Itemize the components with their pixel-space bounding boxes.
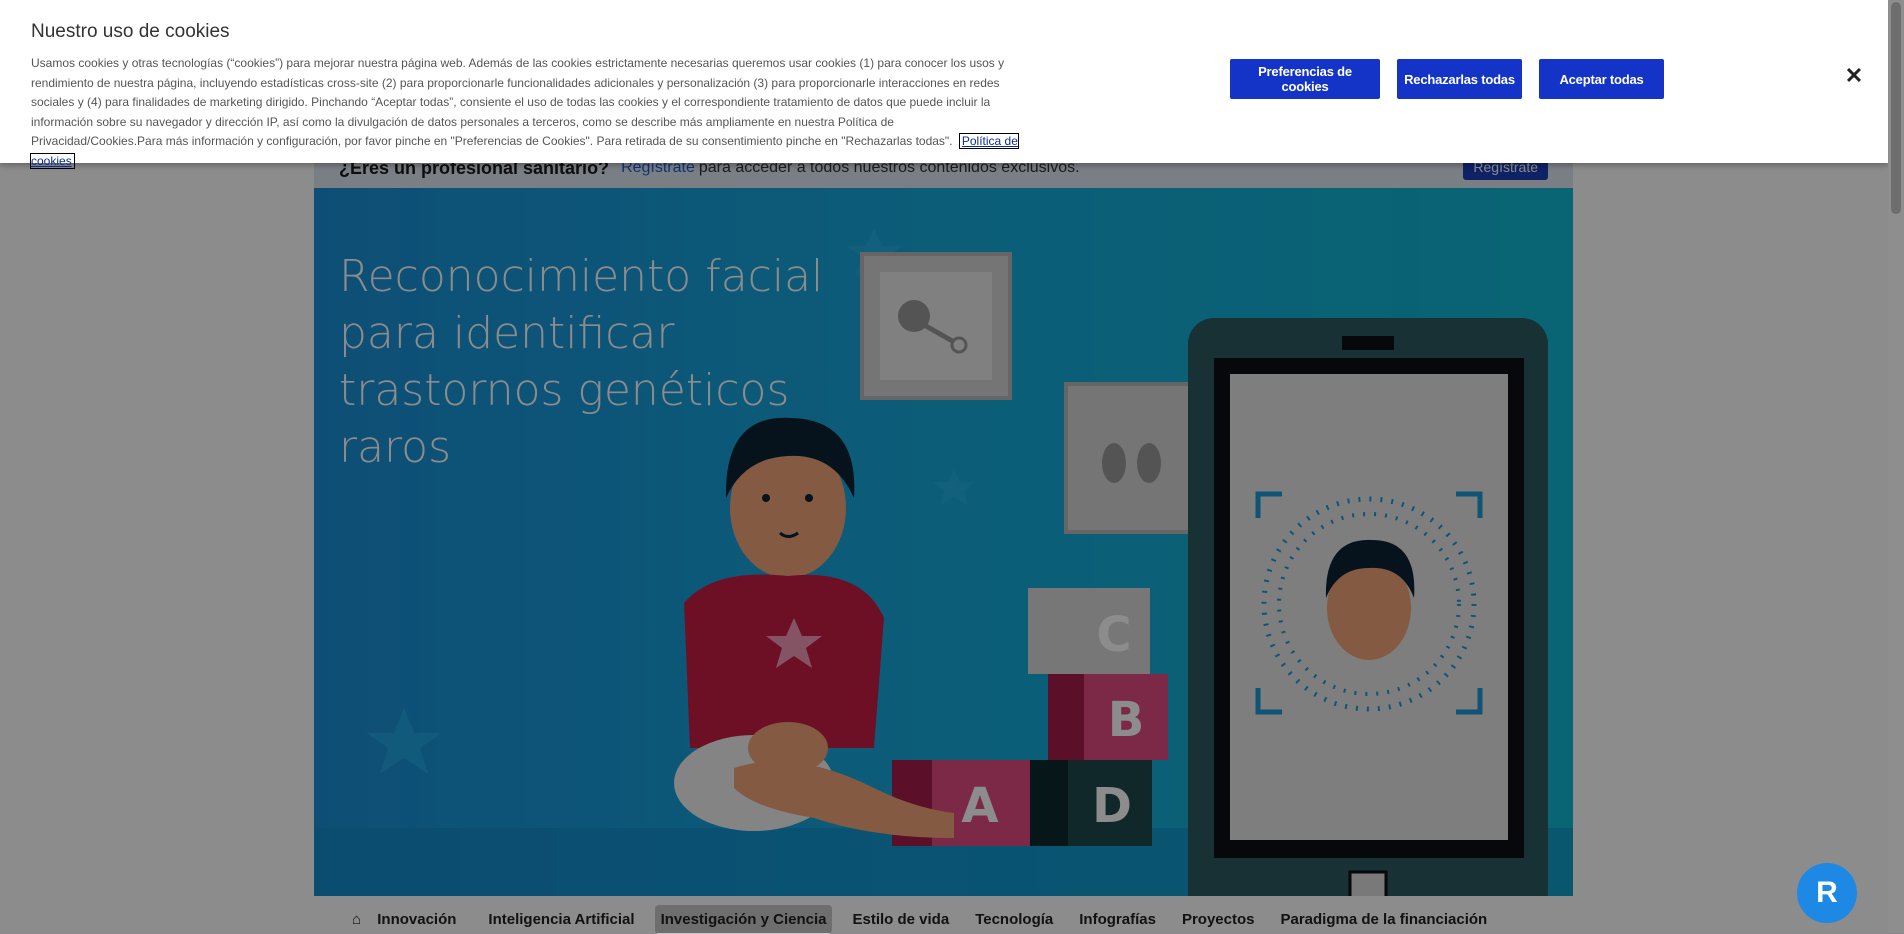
cookie-description: Usamos cookies y otras tecnologías (“coo… <box>30 54 1021 172</box>
accept-all-button[interactable]: Aceptar todas <box>1539 59 1664 99</box>
reject-all-button[interactable]: Rechazarlas todas <box>1397 59 1522 99</box>
scrollbar[interactable] <box>1888 0 1904 933</box>
cookie-preferences-button[interactable]: Preferencias de cookies <box>1230 59 1380 99</box>
close-icon[interactable]: ✕ <box>1843 65 1865 87</box>
robot-icon: R <box>1816 876 1838 909</box>
chat-assistant-button[interactable]: R <box>1797 863 1857 923</box>
cookie-body: Usamos cookies y otras tecnologías (“coo… <box>31 56 1005 149</box>
scrollbar-thumb[interactable] <box>1891 2 1901 214</box>
cookie-banner: Nuestro uso de cookies Usamos cookies y … <box>0 0 1888 169</box>
cookie-title: Nuestro uso de cookies <box>31 21 230 42</box>
